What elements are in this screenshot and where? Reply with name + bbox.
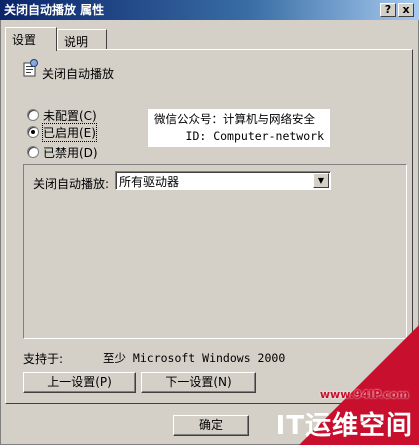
support-value: 至少 Microsoft Windows 2000 <box>103 351 286 365</box>
close-button[interactable]: x <box>398 3 414 17</box>
radio-not-configured-circle[interactable] <box>27 109 39 121</box>
support-label: 支持于: <box>23 352 64 366</box>
radio-enabled-label: 已启用(E) <box>42 123 97 142</box>
autoplay-drives-select[interactable]: 所有驱动器 ▼ <box>115 171 331 190</box>
watermark-line-1: 微信公众号：计算机与网络安全 <box>154 112 315 126</box>
policy-icon <box>23 59 39 77</box>
radio-not-configured-label: 未配置(C) <box>43 109 97 123</box>
watermark-line-2: ID: Computer-network <box>185 129 324 143</box>
radio-disabled-label: 已禁用(D) <box>43 146 98 160</box>
radio-disabled-circle[interactable] <box>27 146 39 158</box>
prev-setting-button[interactable]: 上一设置(P) <box>23 372 136 393</box>
tab-explain[interactable]: 说明 <box>57 29 107 51</box>
tab-settings[interactable]: 设置 <box>5 27 57 51</box>
title-bar[interactable]: 关闭自动播放 属性 <box>0 0 419 20</box>
tab-settings-label: 设置 <box>12 33 37 47</box>
window-title: 关闭自动播放 属性 <box>4 3 105 17</box>
policy-name: 关闭自动播放 <box>42 67 115 81</box>
help-button[interactable]: ? <box>380 3 396 17</box>
ok-button[interactable]: 确定 <box>173 415 249 436</box>
options-label: 关闭自动播放: <box>33 177 110 191</box>
wechat-watermark: 微信公众号：计算机与网络安全 ID: Computer-network <box>148 109 330 147</box>
chevron-down-icon[interactable]: ▼ <box>313 173 329 188</box>
brand-name: IT运维空间 <box>275 411 413 441</box>
brand-site: www.94IP.com <box>319 388 409 401</box>
next-setting-button[interactable]: 下一设置(N) <box>141 372 256 393</box>
autoplay-drives-value: 所有驱动器 <box>119 175 180 189</box>
tab-explain-label: 说明 <box>64 35 89 49</box>
radio-enabled-circle[interactable] <box>27 126 39 138</box>
